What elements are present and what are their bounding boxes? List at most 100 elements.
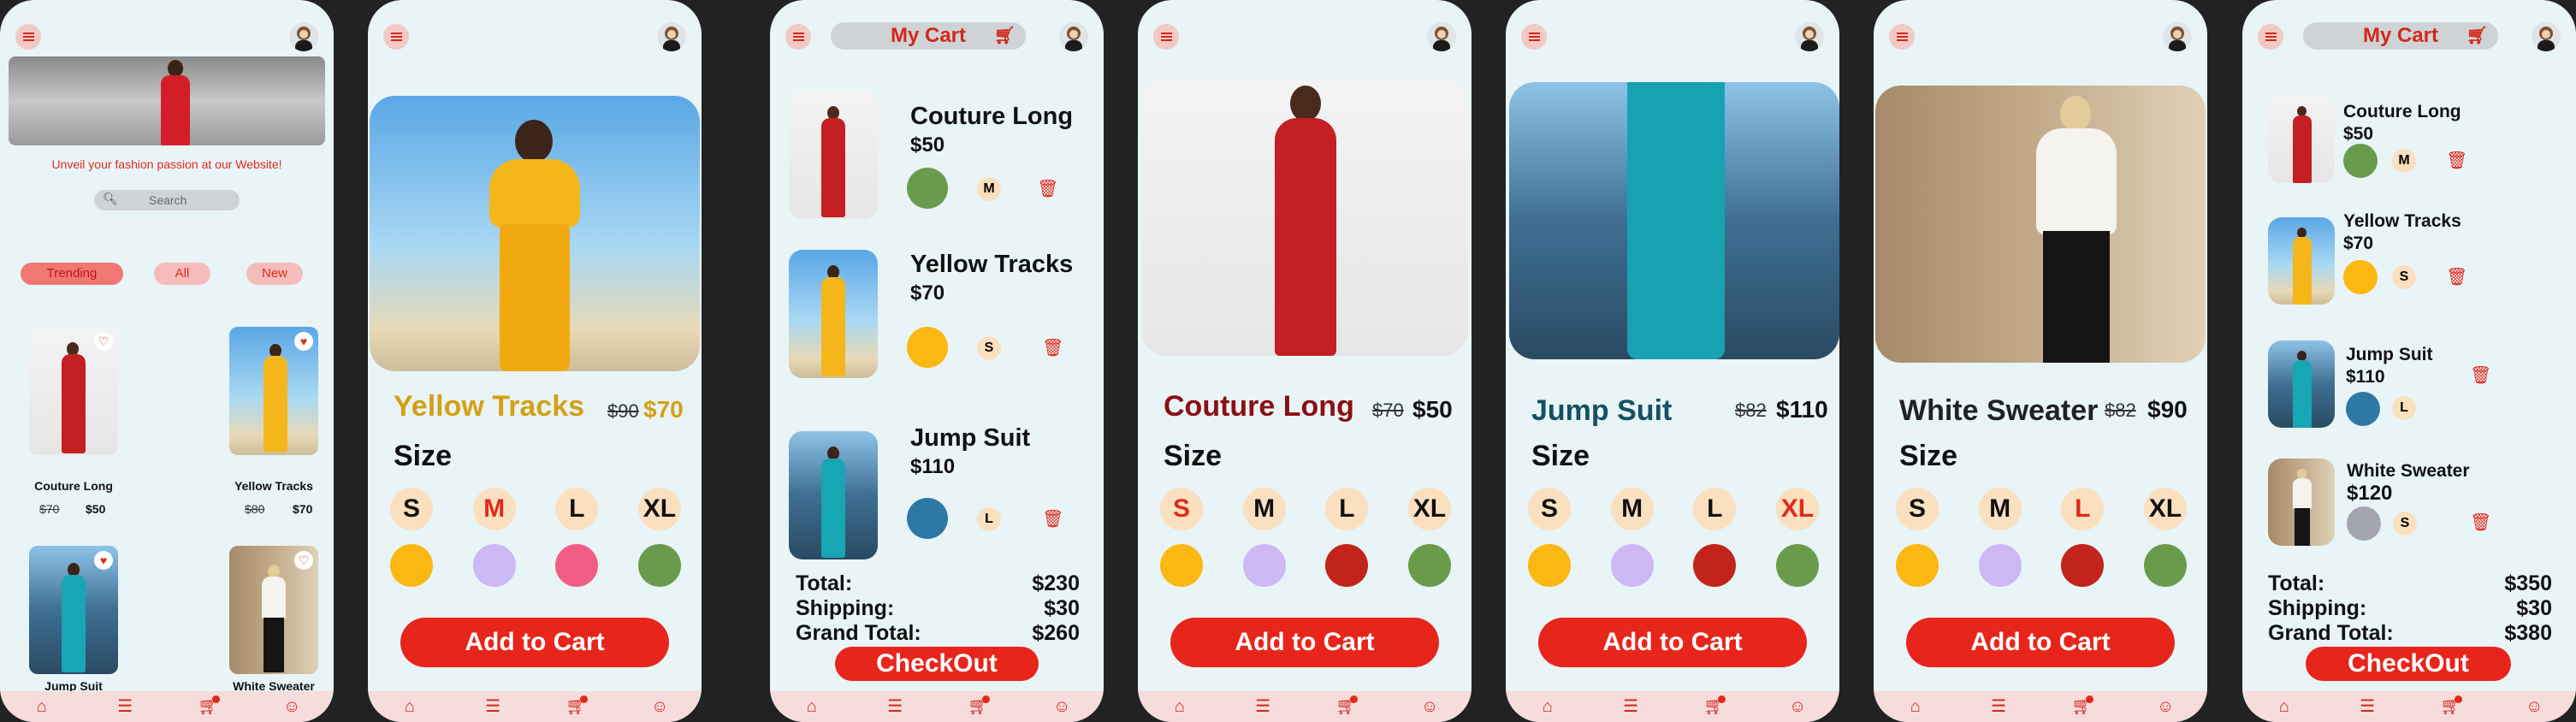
size-option-xl[interactable]: XL [1775, 488, 1819, 530]
home-icon[interactable]: ⌂ [2271, 694, 2297, 719]
color-option[interactable] [1693, 544, 1737, 587]
heart-icon[interactable]: ♡ [294, 551, 313, 570]
shopping-cart-icon[interactable]: 🛒︎ [2438, 694, 2464, 719]
product-card-image[interactable]: ♥ [29, 546, 118, 674]
color-option[interactable] [1242, 544, 1286, 587]
size-option-s[interactable]: S [1528, 488, 1571, 530]
menu-icon[interactable] [1889, 24, 1915, 50]
product-card-image[interactable]: ♡ [229, 546, 318, 674]
tag-new[interactable]: New [246, 263, 303, 285]
color-option[interactable] [1775, 544, 1819, 587]
color-option[interactable] [1160, 544, 1203, 587]
heart-icon[interactable]: ♡ [94, 332, 113, 351]
color-option[interactable] [1325, 544, 1369, 587]
list-icon[interactable]: ☰ [1618, 694, 1643, 719]
list-icon[interactable]: ☰ [1986, 694, 2011, 719]
trash-icon[interactable]: 🗑︎ [1042, 508, 1063, 530]
add-to-cart-button[interactable]: Add to Cart [1906, 618, 2175, 667]
size-option-l[interactable]: L [1693, 488, 1737, 530]
size-option-m[interactable]: M [472, 488, 516, 530]
size-option-l[interactable]: L [2061, 488, 2105, 530]
color-option[interactable] [390, 544, 433, 587]
profile-icon[interactable]: ☺ [1417, 694, 1442, 719]
home-icon[interactable]: ⌂ [799, 694, 825, 719]
size-option-m[interactable]: M [1978, 488, 2022, 530]
menu-icon[interactable] [1521, 24, 1547, 50]
heart-icon[interactable]: ♥ [294, 332, 313, 351]
product-card-image[interactable]: ♡ [29, 327, 118, 455]
color-option[interactable] [1407, 544, 1451, 587]
add-to-cart-button[interactable]: Add to Cart [1170, 618, 1439, 667]
avatar[interactable] [1059, 22, 1088, 51]
size-option-s[interactable]: S [1896, 488, 1939, 530]
avatar[interactable] [2163, 22, 2192, 51]
home-icon[interactable]: ⌂ [1167, 694, 1193, 719]
avatar[interactable] [1795, 22, 1824, 51]
shopping-cart-icon[interactable]: 🛒︎ [1334, 694, 1359, 719]
profile-icon[interactable]: ☺ [1785, 694, 1810, 719]
size-option-s[interactable]: S [1160, 488, 1203, 530]
shopping-cart-icon[interactable]: 🛒︎ [966, 694, 992, 719]
menu-icon[interactable] [1153, 24, 1179, 50]
color-option[interactable] [2143, 544, 2187, 587]
size-option-s[interactable]: S [390, 488, 433, 530]
list-icon[interactable]: ☰ [882, 694, 908, 719]
home-icon[interactable]: ⌂ [1903, 694, 1928, 719]
list-icon[interactable]: ☰ [112, 694, 138, 719]
profile-icon[interactable]: ☺ [2521, 694, 2547, 719]
color-option[interactable] [1896, 544, 1939, 587]
size-option-l[interactable]: L [555, 488, 599, 530]
profile-icon[interactable]: ☺ [647, 694, 672, 719]
menu-icon[interactable] [383, 24, 409, 50]
profile-icon[interactable]: ☺ [279, 694, 305, 719]
shopping-cart-icon[interactable]: 🛒︎ [1702, 694, 1727, 719]
home-icon[interactable]: ⌂ [397, 694, 423, 719]
trash-icon[interactable]: 🗑︎ [2470, 364, 2491, 386]
search-input[interactable]: 🔍︎ Search [94, 190, 240, 210]
cart-item-price: $70 [910, 281, 945, 305]
list-icon[interactable]: ☰ [1250, 694, 1276, 719]
trash-icon[interactable]: 🗑︎ [2446, 266, 2467, 287]
color-option[interactable] [2061, 544, 2105, 587]
size-option-xl[interactable]: XL [2143, 488, 2187, 530]
add-to-cart-button[interactable]: Add to Cart [1538, 618, 1807, 667]
menu-icon[interactable] [785, 24, 811, 50]
trash-icon[interactable]: 🗑︎ [1037, 178, 1058, 199]
heart-icon[interactable]: ♥ [94, 551, 113, 570]
trash-icon[interactable]: 🗑︎ [2446, 150, 2467, 171]
color-option[interactable] [555, 544, 599, 587]
checkout-button[interactable]: CheckOut [2306, 647, 2511, 681]
tag-trending[interactable]: Trending [21, 263, 123, 285]
avatar[interactable] [1427, 22, 1456, 51]
home-icon[interactable]: ⌂ [1535, 694, 1560, 719]
checkout-button[interactable]: CheckOut [835, 647, 1039, 681]
size-option-m[interactable]: M [1610, 488, 1654, 530]
avatar[interactable] [289, 22, 318, 51]
color-option[interactable] [1528, 544, 1571, 587]
color-option[interactable] [1610, 544, 1654, 587]
product-card-image[interactable]: ♥ [229, 327, 318, 455]
list-icon[interactable]: ☰ [480, 694, 506, 719]
profile-icon[interactable]: ☺ [1049, 694, 1075, 719]
tag-all[interactable]: All [154, 263, 210, 285]
size-option-xl[interactable]: XL [637, 488, 681, 530]
avatar[interactable] [657, 22, 686, 51]
list-icon[interactable]: ☰ [2354, 694, 2380, 719]
trash-icon[interactable]: 🗑︎ [1042, 337, 1063, 358]
menu-icon[interactable] [2258, 24, 2283, 50]
avatar[interactable] [2532, 22, 2561, 51]
home-icon[interactable]: ⌂ [29, 694, 55, 719]
color-option[interactable] [472, 544, 516, 587]
size-option-l[interactable]: L [1325, 488, 1369, 530]
size-option-m[interactable]: M [1242, 488, 1286, 530]
shopping-cart-icon[interactable]: 🛒︎ [196, 694, 222, 719]
menu-icon[interactable] [15, 24, 41, 50]
shopping-cart-icon[interactable]: 🛒︎ [564, 694, 589, 719]
color-option[interactable] [1978, 544, 2022, 587]
size-option-xl[interactable]: XL [1407, 488, 1451, 530]
add-to-cart-button[interactable]: Add to Cart [400, 618, 669, 667]
trash-icon[interactable]: 🗑︎ [2470, 512, 2491, 533]
shopping-cart-icon[interactable]: 🛒︎ [2070, 694, 2095, 719]
color-option[interactable] [637, 544, 681, 587]
profile-icon[interactable]: ☺ [2153, 694, 2178, 719]
